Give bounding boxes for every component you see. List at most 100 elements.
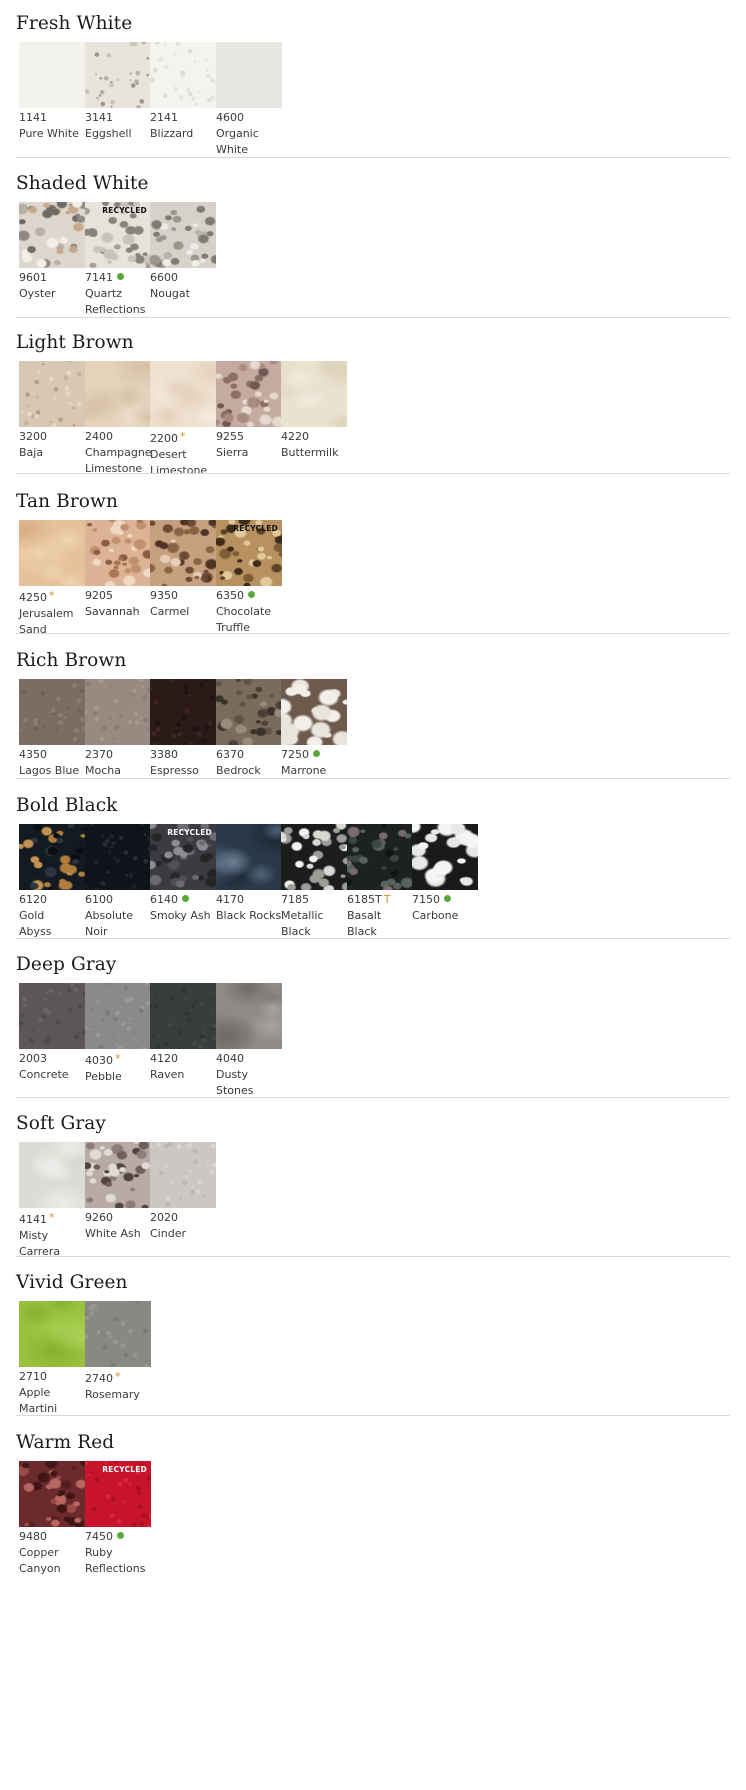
swatch-image[interactable]: RECYCLED xyxy=(85,1461,151,1527)
swatch-item[interactable]: 7250 Marrone xyxy=(281,679,347,779)
swatch-name: Copper Canyon xyxy=(19,1546,61,1575)
swatch-item[interactable]: 6120 Gold Abyss xyxy=(19,824,85,940)
swatch-item[interactable]: RECYCLED 6350 Chocolate Truffle xyxy=(216,520,282,636)
swatch-name: Oyster xyxy=(19,287,56,300)
swatch-item[interactable]: 2370 Mocha xyxy=(85,679,151,779)
swatch-item[interactable]: 2003 Concrete xyxy=(19,983,85,1083)
swatch-image[interactable] xyxy=(216,679,282,745)
swatch-item[interactable]: 4120 Raven xyxy=(150,983,216,1083)
swatch-item[interactable]: 4170 Black Rocks xyxy=(216,824,282,924)
swatch-item[interactable]: 6185T T Basalt Black xyxy=(347,824,413,940)
swatch-image[interactable] xyxy=(85,42,151,108)
swatch-code: 4040 xyxy=(216,1052,244,1065)
swatch-image[interactable] xyxy=(281,824,347,890)
swatch-image[interactable] xyxy=(19,1301,85,1367)
swatch-item[interactable]: 9601 Oyster xyxy=(19,202,85,302)
swatch-item[interactable]: 2020 Cinder xyxy=(150,1142,216,1242)
swatch-image[interactable] xyxy=(19,42,85,108)
category-title: Bold Black xyxy=(16,795,118,816)
swatch-item[interactable]: 4141 * Misty Carrera xyxy=(19,1142,85,1260)
swatch-image[interactable] xyxy=(347,824,413,890)
swatch-item[interactable]: 6100 Absolute Noir xyxy=(85,824,151,940)
swatch-item[interactable]: 2400 Champagne Limestone xyxy=(85,361,152,477)
swatch-item[interactable]: 6370 Bedrock xyxy=(216,679,282,779)
swatch-image[interactable] xyxy=(85,1301,151,1367)
category-title: Tan Brown xyxy=(16,491,118,512)
swatch-image[interactable] xyxy=(150,520,216,586)
swatch-name: Carmel xyxy=(150,605,190,618)
swatch-item[interactable]: 2200 * Desert Limestone xyxy=(150,361,216,479)
swatch-image[interactable] xyxy=(19,1461,85,1527)
swatch-image[interactable] xyxy=(281,679,347,745)
swatch-image[interactable] xyxy=(85,679,151,745)
swatch-item[interactable]: 4350 Lagos Blue xyxy=(19,679,85,779)
swatch-item[interactable]: RECYCLED 7450 Ruby Reflections xyxy=(85,1461,151,1577)
swatch-item[interactable]: 2740 * Rosemary xyxy=(85,1301,151,1403)
swatch-item[interactable]: 4040 Dusty Stones xyxy=(216,983,282,1099)
swatch-image[interactable] xyxy=(150,42,216,108)
swatch-item[interactable]: 4600 Organic White xyxy=(216,42,282,158)
swatch-code: 2200 * xyxy=(150,430,186,445)
swatch-code: 6600 xyxy=(150,271,178,284)
asterisk-icon: * xyxy=(49,589,55,602)
swatch-item[interactable]: 7185 Metallic Black xyxy=(281,824,347,940)
swatch-image[interactable]: RECYCLED xyxy=(85,202,151,268)
swatch-item[interactable]: 3380 Espresso xyxy=(150,679,216,779)
swatch-item[interactable]: 9255 Sierra xyxy=(216,361,282,461)
swatch-image[interactable] xyxy=(19,1142,85,1208)
swatch-image[interactable] xyxy=(85,824,151,890)
swatch-item[interactable]: RECYCLED 7141 Quartz Reflections xyxy=(85,202,151,318)
swatch-item[interactable]: 2141 Blizzard xyxy=(150,42,216,142)
swatch-image[interactable] xyxy=(150,361,216,427)
swatch-item[interactable]: 4030 * Pebble xyxy=(85,983,151,1085)
swatch-item[interactable]: 3141 Eggshell xyxy=(85,42,151,142)
swatch-name: Chocolate Truffle xyxy=(216,605,272,634)
swatch-image[interactable] xyxy=(85,520,151,586)
category-section: Vivid Green 2710 Apple Martini 2740 * Rosemar… xyxy=(16,1271,730,1421)
swatch-item[interactable]: 2710 Apple Martini xyxy=(19,1301,85,1417)
swatch-item[interactable]: 4220 Buttermilk xyxy=(281,361,347,461)
swatch-name: Mocha xyxy=(85,764,121,777)
swatch-code: 1141 xyxy=(19,111,47,124)
swatch-image[interactable] xyxy=(216,361,282,427)
swatch-image[interactable] xyxy=(85,361,151,427)
swatch-item[interactable]: 9350 Carmel xyxy=(150,520,216,620)
swatch-image[interactable] xyxy=(216,983,282,1049)
swatch-name: Blizzard xyxy=(150,127,194,140)
swatch-image[interactable] xyxy=(85,1142,151,1208)
swatch-image[interactable] xyxy=(19,679,85,745)
category-title: Vivid Green xyxy=(16,1272,128,1293)
swatch-image[interactable] xyxy=(19,202,85,268)
swatch-image[interactable] xyxy=(85,983,151,1049)
swatch-image[interactable] xyxy=(281,361,347,427)
swatch-image[interactable] xyxy=(150,679,216,745)
swatch-item[interactable]: 9205 Savannah xyxy=(85,520,151,620)
swatch-item[interactable]: 3200 Baja xyxy=(19,361,85,461)
category-section: Shaded White 9601 Oyster RECYCLED 7141 Quartz… xyxy=(16,172,730,322)
swatch-image[interactable] xyxy=(150,1142,216,1208)
swatch-item[interactable]: RECYCLED 6140 Smoky Ash xyxy=(150,824,216,924)
swatch-item[interactable]: 9480 Copper Canyon xyxy=(19,1461,85,1577)
swatch-image[interactable] xyxy=(19,983,85,1049)
swatch-image[interactable] xyxy=(216,824,282,890)
category-section: Soft Gray 4141 * Misty Carrera 9260 White Ash… xyxy=(16,1112,730,1262)
swatch-image[interactable] xyxy=(19,520,85,586)
swatch-item[interactable]: 6600 Nougat xyxy=(150,202,216,302)
swatch-name: Pebble xyxy=(85,1070,122,1083)
swatch-image[interactable] xyxy=(19,824,85,890)
swatch-item[interactable]: 4250 * Jerusalem Sand xyxy=(19,520,85,638)
swatch-image[interactable] xyxy=(19,361,85,427)
recycled-badge: RECYCLED xyxy=(102,1465,147,1474)
swatch-image[interactable] xyxy=(150,983,216,1049)
swatch-image[interactable] xyxy=(412,824,478,890)
swatch-item[interactable]: 9260 White Ash xyxy=(85,1142,151,1242)
recycled-dot-icon xyxy=(182,895,189,902)
swatch-item[interactable]: 7150 Carbone xyxy=(412,824,478,924)
swatch-image[interactable]: RECYCLED xyxy=(216,520,282,586)
swatch-name: Absolute Noir xyxy=(85,909,134,938)
swatch-image[interactable] xyxy=(216,42,282,108)
section-divider xyxy=(16,157,730,158)
swatch-item[interactable]: 1141 Pure White xyxy=(19,42,85,142)
swatch-image[interactable]: RECYCLED xyxy=(150,824,216,890)
swatch-image[interactable] xyxy=(150,202,216,268)
